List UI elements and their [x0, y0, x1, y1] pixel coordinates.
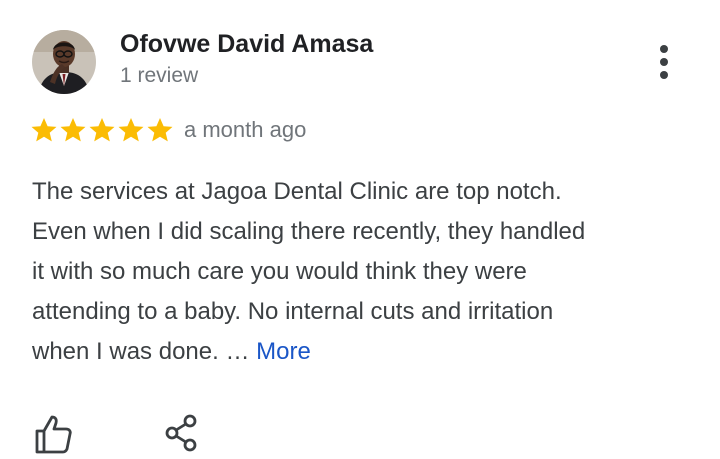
- avatar-photo: [32, 30, 96, 94]
- more-link[interactable]: More: [256, 338, 311, 365]
- avatar[interactable]: [32, 30, 96, 94]
- review-text-line-last: when I was done. … More: [32, 332, 692, 372]
- star-rating: [30, 116, 174, 144]
- star-icon: [60, 118, 86, 142]
- star-icon: [147, 118, 173, 142]
- review-date: a month ago: [184, 117, 307, 142]
- review-card: Ofovwe David Amasa 1 review a month ago …: [0, 0, 720, 454]
- reviewer-name[interactable]: Ofovwe David Amasa: [120, 30, 373, 59]
- review-text-line: The services at Jagoa Dental Clinic are …: [32, 178, 562, 205]
- more-vert-icon: [660, 45, 668, 53]
- review-text-line: attending to a baby. No internal cuts an…: [32, 298, 554, 325]
- star-icon: [118, 118, 144, 142]
- review-text-line: it with so much care you would think the…: [32, 258, 527, 285]
- star-icon: [31, 118, 57, 142]
- more-options-button[interactable]: [644, 38, 684, 86]
- review-text-truncated: when I was done. …: [32, 338, 257, 365]
- star-icon: [89, 118, 115, 142]
- review-count: 1 review: [120, 64, 199, 87]
- review-text-line: Even when I did scaling there recently, …: [32, 218, 586, 245]
- review-text: The services at Jagoa Dental Clinic are …: [32, 172, 692, 372]
